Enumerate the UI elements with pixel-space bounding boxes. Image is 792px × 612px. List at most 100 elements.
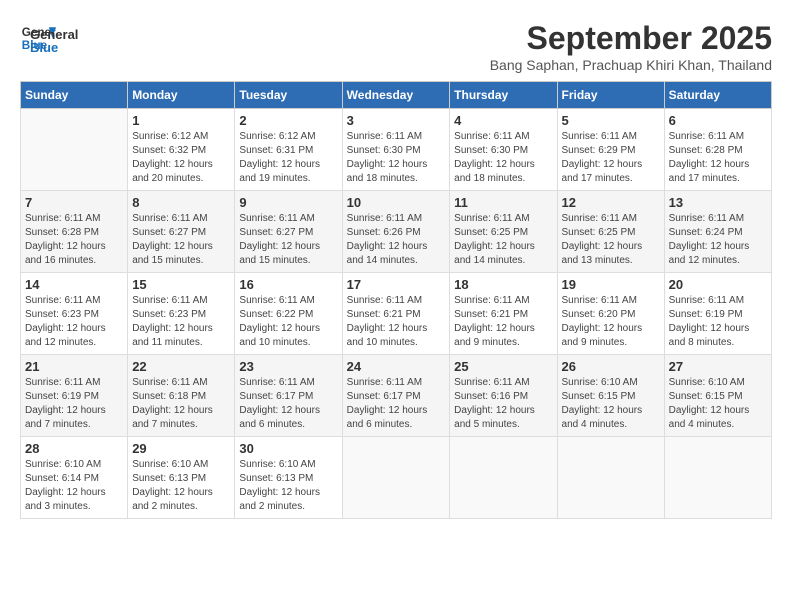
calendar-cell: 3 Sunrise: 6:11 AM Sunset: 6:30 PM Daylig…: [342, 109, 450, 191]
calendar-week-4: 21Sunrise: 6:11 AM Sunset: 6:19 PM Dayli…: [21, 355, 772, 437]
day-info: Sunrise: 6:10 AM Sunset: 6:13 PM Dayligh…: [239, 458, 337, 514]
day-header-thursday: Thursday: [450, 82, 557, 109]
calendar-cell: 7 Sunrise: 6:11 AM Sunset: 6:28 PM Daylig…: [21, 191, 128, 273]
day-info: Sunrise: 6:11 AM Sunset: 6:25 PM Dayligh…: [562, 212, 660, 268]
calendar-cell: 16Sunrise: 6:11 AM Sunset: 6:22 PM Dayli…: [235, 273, 342, 355]
calendar-cell: 21Sunrise: 6:11 AM Sunset: 6:19 PM Dayli…: [21, 355, 128, 437]
calendar-cell: 4 Sunrise: 6:11 AM Sunset: 6:30 PM Daylig…: [450, 109, 557, 191]
logo-blue: Blue: [30, 40, 78, 55]
day-number: 24: [347, 359, 446, 374]
calendar-cell: 22 Sunrise: 6:11 AM Sunset: 6:18 PM Dayli…: [128, 355, 235, 437]
day-number: 12: [562, 195, 660, 210]
day-number: 5: [562, 113, 660, 128]
day-number: 15: [132, 277, 230, 292]
day-info: Sunrise: 6:11 AM Sunset: 6:28 PM Dayligh…: [669, 130, 767, 186]
day-info: Sunrise: 6:11 AM Sunset: 6:23 PM Dayligh…: [132, 294, 230, 350]
day-number: 10: [347, 195, 446, 210]
day-number: 6: [669, 113, 767, 128]
calendar-header-row: SundayMondayTuesdayWednesdayThursdayFrid…: [21, 82, 772, 109]
calendar-cell: 26Sunrise: 6:10 AM Sunset: 6:15 PM Dayli…: [557, 355, 664, 437]
day-info: Sunrise: 6:10 AM Sunset: 6:13 PM Dayligh…: [132, 458, 230, 514]
location: Bang Saphan, Prachuap Khiri Khan, Thaila…: [490, 57, 772, 73]
calendar-cell: 28 Sunrise: 6:10 AM Sunset: 6:14 PM Dayli…: [21, 437, 128, 519]
calendar-cell: 23Sunrise: 6:11 AM Sunset: 6:17 PM Dayli…: [235, 355, 342, 437]
day-info: Sunrise: 6:11 AM Sunset: 6:27 PM Dayligh…: [239, 212, 337, 268]
day-header-monday: Monday: [128, 82, 235, 109]
month-title: September 2025: [490, 20, 772, 57]
day-number: 3: [347, 113, 446, 128]
day-info: Sunrise: 6:11 AM Sunset: 6:30 PM Dayligh…: [454, 130, 552, 186]
calendar-cell: 14Sunrise: 6:11 AM Sunset: 6:23 PM Dayli…: [21, 273, 128, 355]
calendar-cell: 10 Sunrise: 6:11 AM Sunset: 6:26 PM Dayli…: [342, 191, 450, 273]
calendar-cell: 12 Sunrise: 6:11 AM Sunset: 6:25 PM Dayli…: [557, 191, 664, 273]
day-number: 29: [132, 441, 230, 456]
calendar-cell: 18 Sunrise: 6:11 AM Sunset: 6:21 PM Dayli…: [450, 273, 557, 355]
day-info: Sunrise: 6:11 AM Sunset: 6:19 PM Dayligh…: [669, 294, 767, 350]
day-info: Sunrise: 6:12 AM Sunset: 6:32 PM Dayligh…: [132, 130, 230, 186]
calendar-cell: 2 Sunrise: 6:12 AM Sunset: 6:31 PM Daylig…: [235, 109, 342, 191]
calendar-week-5: 28 Sunrise: 6:10 AM Sunset: 6:14 PM Dayli…: [21, 437, 772, 519]
day-number: 23: [239, 359, 337, 374]
calendar-cell: [342, 437, 450, 519]
day-info: Sunrise: 6:10 AM Sunset: 6:15 PM Dayligh…: [669, 376, 767, 432]
calendar-week-2: 7 Sunrise: 6:11 AM Sunset: 6:28 PM Daylig…: [21, 191, 772, 273]
day-info: Sunrise: 6:11 AM Sunset: 6:18 PM Dayligh…: [132, 376, 230, 432]
day-number: 25: [454, 359, 552, 374]
calendar-cell: 6 Sunrise: 6:11 AM Sunset: 6:28 PM Daylig…: [664, 109, 771, 191]
calendar-cell: 24 Sunrise: 6:11 AM Sunset: 6:17 PM Dayli…: [342, 355, 450, 437]
day-number: 9: [239, 195, 337, 210]
day-number: 28: [25, 441, 123, 456]
calendar-cell: 1 Sunrise: 6:12 AM Sunset: 6:32 PM Daylig…: [128, 109, 235, 191]
page-header: General Blue General Blue September 2025…: [20, 20, 772, 73]
day-number: 27: [669, 359, 767, 374]
title-block: September 2025 Bang Saphan, Prachuap Khi…: [490, 20, 772, 73]
day-number: 4: [454, 113, 552, 128]
day-info: Sunrise: 6:11 AM Sunset: 6:16 PM Dayligh…: [454, 376, 552, 432]
day-number: 11: [454, 195, 552, 210]
day-number: 22: [132, 359, 230, 374]
calendar-cell: [664, 437, 771, 519]
calendar-cell: 15 Sunrise: 6:11 AM Sunset: 6:23 PM Dayli…: [128, 273, 235, 355]
day-info: Sunrise: 6:11 AM Sunset: 6:27 PM Dayligh…: [132, 212, 230, 268]
calendar-cell: 5 Sunrise: 6:11 AM Sunset: 6:29 PM Daylig…: [557, 109, 664, 191]
day-number: 1: [132, 113, 230, 128]
calendar-cell: 25 Sunrise: 6:11 AM Sunset: 6:16 PM Dayli…: [450, 355, 557, 437]
day-header-wednesday: Wednesday: [342, 82, 450, 109]
calendar-cell: 8 Sunrise: 6:11 AM Sunset: 6:27 PM Daylig…: [128, 191, 235, 273]
day-info: Sunrise: 6:11 AM Sunset: 6:30 PM Dayligh…: [347, 130, 446, 186]
day-number: 7: [25, 195, 123, 210]
calendar-cell: 27 Sunrise: 6:10 AM Sunset: 6:15 PM Dayli…: [664, 355, 771, 437]
day-info: Sunrise: 6:11 AM Sunset: 6:29 PM Dayligh…: [562, 130, 660, 186]
calendar-cell: 9 Sunrise: 6:11 AM Sunset: 6:27 PM Daylig…: [235, 191, 342, 273]
calendar-week-1: 1 Sunrise: 6:12 AM Sunset: 6:32 PM Daylig…: [21, 109, 772, 191]
calendar-cell: [21, 109, 128, 191]
day-info: Sunrise: 6:11 AM Sunset: 6:22 PM Dayligh…: [239, 294, 337, 350]
day-info: Sunrise: 6:11 AM Sunset: 6:17 PM Dayligh…: [347, 376, 446, 432]
day-info: Sunrise: 6:12 AM Sunset: 6:31 PM Dayligh…: [239, 130, 337, 186]
day-info: Sunrise: 6:11 AM Sunset: 6:28 PM Dayligh…: [25, 212, 123, 268]
day-info: Sunrise: 6:11 AM Sunset: 6:21 PM Dayligh…: [454, 294, 552, 350]
day-info: Sunrise: 6:11 AM Sunset: 6:20 PM Dayligh…: [562, 294, 660, 350]
day-number: 14: [25, 277, 123, 292]
day-number: 2: [239, 113, 337, 128]
day-info: Sunrise: 6:11 AM Sunset: 6:24 PM Dayligh…: [669, 212, 767, 268]
calendar-cell: [450, 437, 557, 519]
day-header-saturday: Saturday: [664, 82, 771, 109]
day-info: Sunrise: 6:11 AM Sunset: 6:19 PM Dayligh…: [25, 376, 123, 432]
day-info: Sunrise: 6:10 AM Sunset: 6:14 PM Dayligh…: [25, 458, 123, 514]
calendar-cell: [557, 437, 664, 519]
day-number: 13: [669, 195, 767, 210]
day-number: 19: [562, 277, 660, 292]
day-info: Sunrise: 6:11 AM Sunset: 6:26 PM Dayligh…: [347, 212, 446, 268]
day-number: 8: [132, 195, 230, 210]
calendar-cell: 17Sunrise: 6:11 AM Sunset: 6:21 PM Dayli…: [342, 273, 450, 355]
calendar-cell: 13 Sunrise: 6:11 AM Sunset: 6:24 PM Dayli…: [664, 191, 771, 273]
calendar-cell: 19 Sunrise: 6:11 AM Sunset: 6:20 PM Dayli…: [557, 273, 664, 355]
logo: General Blue General Blue: [20, 20, 78, 56]
calendar-week-3: 14 Sunrise: 6:11 AM Sunset: 6:23 PM Dayli…: [21, 273, 772, 355]
day-header-friday: Friday: [557, 82, 664, 109]
day-info: Sunrise: 6:10 AM Sunset: 6:15 PM Dayligh…: [562, 376, 660, 432]
day-header-tuesday: Tuesday: [235, 82, 342, 109]
calendar-body: 1 Sunrise: 6:12 AM Sunset: 6:32 PM Daylig…: [21, 109, 772, 519]
day-number: 18: [454, 277, 552, 292]
